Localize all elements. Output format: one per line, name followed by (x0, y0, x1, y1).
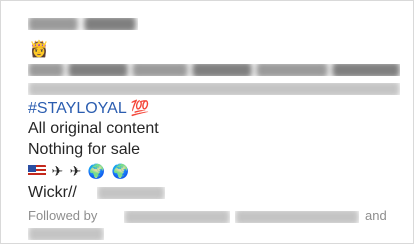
bio-emoji-row: ✈ ✈ 🌍 🌍 (28, 162, 130, 182)
bio-line-sale: Nothing for sale (28, 141, 141, 158)
follower-others-redacted[interactable] (28, 228, 104, 240)
wickr-handle-redacted (97, 187, 165, 199)
crown-emoji-icon: 👸 (29, 39, 49, 58)
profile-bio-card: 👸 #STAYLOYAL 💯 All original content Noth… (0, 0, 414, 244)
hundred-points-icon: 💯 (130, 99, 150, 117)
follower-name-redacted-2[interactable] (235, 211, 359, 223)
hashtag-link[interactable]: #STAYLOYAL (28, 100, 126, 117)
bio-wickr-label: Wickr// (28, 184, 77, 201)
follower-name-redacted-1[interactable] (124, 211, 230, 223)
bio-quote-redacted-line2 (28, 83, 400, 95)
bio-line-original: All original content (28, 120, 159, 137)
us-flag-icon (28, 165, 46, 177)
bio-quote-redacted-line1 (28, 64, 400, 76)
followed-by-and: and (365, 208, 387, 223)
followed-by-label: Followed by (28, 208, 98, 223)
profile-name-redacted (28, 18, 138, 30)
bio-hashtag-line: #STAYLOYAL 💯 (28, 98, 149, 119)
airplane-globe-icons: ✈ ✈ 🌍 🌍 (51, 164, 131, 180)
